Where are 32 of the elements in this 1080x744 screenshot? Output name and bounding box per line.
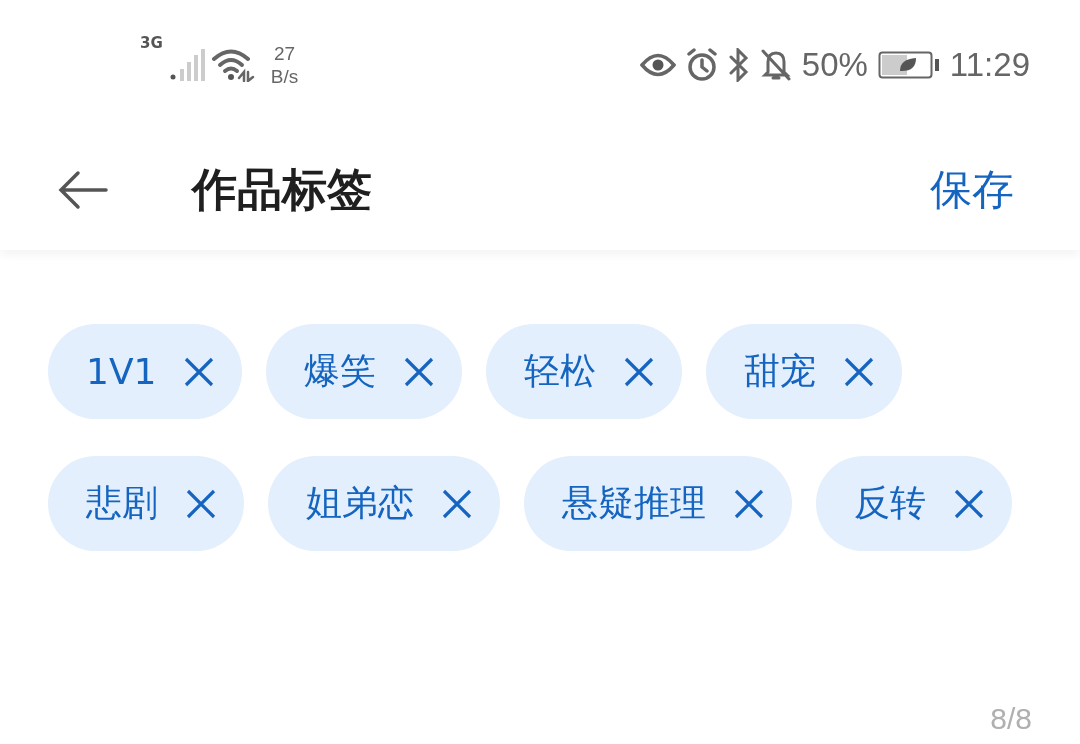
remove-tag-button[interactable] bbox=[624, 356, 655, 387]
tag-label: 轻松 bbox=[524, 349, 597, 393]
tag-label: 1V1 bbox=[86, 351, 157, 392]
remove-tag-button[interactable] bbox=[404, 356, 435, 387]
remove-tag-button[interactable] bbox=[184, 356, 215, 387]
remove-tag-button[interactable] bbox=[844, 356, 875, 387]
tag-label: 悲剧 bbox=[86, 481, 158, 525]
alarm-icon bbox=[685, 48, 718, 82]
tag-label: 甜宠 bbox=[744, 349, 817, 393]
tag-label: 反转 bbox=[854, 481, 926, 525]
remove-tag-button[interactable] bbox=[734, 488, 764, 519]
eye-icon bbox=[639, 52, 676, 78]
remove-tag-button[interactable] bbox=[954, 488, 984, 519]
battery-icon bbox=[877, 50, 940, 80]
save-button[interactable]: 保存 bbox=[930, 162, 1014, 218]
mute-bell-icon bbox=[759, 48, 792, 82]
remove-tag-button[interactable] bbox=[442, 488, 472, 519]
remove-tag-button[interactable] bbox=[186, 488, 216, 519]
bluetooth-icon bbox=[727, 48, 750, 82]
tag-counter: 8/8 bbox=[990, 702, 1032, 736]
page-title: 作品标签 bbox=[192, 162, 373, 218]
tag-label: 悬疑推理 bbox=[562, 481, 706, 525]
network-type: 3G bbox=[140, 34, 163, 52]
speed-unit: B/s bbox=[270, 65, 299, 88]
tag-label: 姐弟恋 bbox=[306, 481, 414, 525]
battery-percent: 50% bbox=[801, 46, 868, 84]
signal-icon bbox=[168, 49, 205, 81]
clock-time: 11:29 bbox=[949, 46, 1030, 84]
speed-value: 27 bbox=[273, 42, 296, 65]
tag-label: 爆笑 bbox=[304, 349, 377, 393]
back-button[interactable] bbox=[58, 170, 108, 210]
wifi-icon bbox=[210, 48, 255, 82]
